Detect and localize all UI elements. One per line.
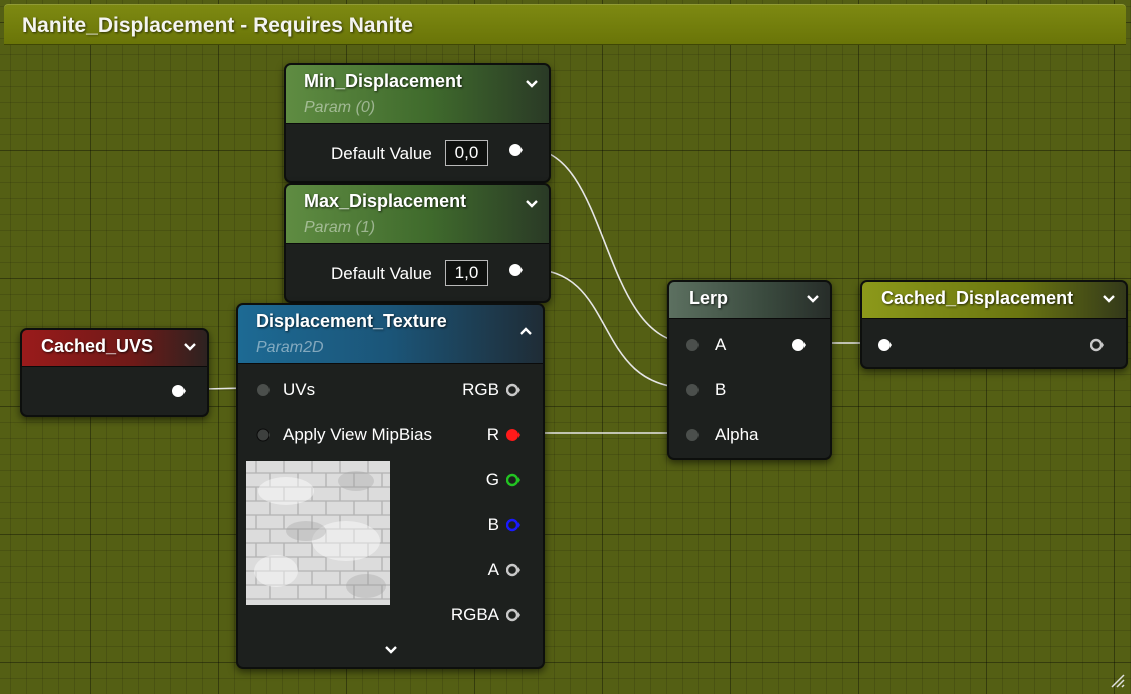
chevron-down-icon[interactable] [525,79,539,89]
output-pin-icon[interactable] [1090,338,1104,352]
node-title: Cached_UVS [41,336,154,356]
node-title: Cached_Displacement [881,288,1074,308]
output-label-b: B [487,515,499,534]
node-header: Lerp [669,282,830,319]
input-pin-icon[interactable] [256,428,270,442]
node-title: Displacement_Texture [256,311,447,331]
node-header: Max_Displacement Param (1) [286,185,549,244]
input-label-alpha: Alpha [715,425,759,444]
input-pin-icon[interactable] [685,383,699,397]
output-pin-icon[interactable] [506,518,520,532]
output-label-a: A [487,560,499,579]
output-pin-icon[interactable] [506,563,520,577]
node-cached-uvs[interactable]: Cached_UVS [20,328,209,417]
node-min-displacement[interactable]: Min_Displacement Param (0) Default Value… [284,63,551,183]
chevron-down-icon[interactable] [806,294,820,304]
input-pin-icon[interactable] [256,383,270,397]
node-title: Max_Displacement [304,191,467,211]
wire-min-to-lerp-a [528,148,691,344]
node-title: Min_Displacement [304,71,463,91]
default-value-label: Default Value [331,144,432,163]
chevron-up-icon[interactable] [519,326,533,336]
output-label-rgba: RGBA [450,605,499,624]
output-pin-icon[interactable] [509,143,523,157]
node-subtitle: Param2D [256,339,324,356]
output-label-r: R [486,425,499,444]
input-label-apply-view-mipbias: Apply View MipBias [283,425,432,444]
texture-thumbnail [246,461,390,605]
node-header: Cached_UVS [22,330,207,367]
input-pin-icon[interactable] [685,338,699,352]
node-displacement-texture[interactable]: Displacement_Texture Param2D UVs Apply V… [236,303,545,669]
resize-grip-icon[interactable] [1109,672,1125,688]
node-title: Lerp [689,288,729,308]
brick-texture-image [246,461,390,605]
output-pin-icon[interactable] [506,428,520,442]
output-pin-icon[interactable] [506,608,520,622]
node-header: Cached_Displacement [862,282,1126,319]
input-pin-icon[interactable] [878,338,892,352]
output-label-rgb: RGB [462,380,499,399]
output-pin-icon[interactable] [506,473,520,487]
node-header: Min_Displacement Param (0) [286,65,549,124]
input-label-b: B [715,380,727,399]
node-header: Displacement_Texture Param2D [238,305,543,364]
default-value-label: Default Value [331,264,432,283]
default-value-field[interactable]: 0,0 [445,140,488,166]
output-pin-icon[interactable] [509,263,523,277]
default-value-field[interactable]: 1,0 [445,260,488,286]
node-subtitle: Param (1) [304,219,376,236]
node-subtitle: Param (0) [304,99,376,116]
node-max-displacement[interactable]: Max_Displacement Param (1) Default Value… [284,183,551,303]
node-lerp[interactable]: Lerp A B Alpha [667,280,832,460]
output-pin-icon[interactable] [506,383,520,397]
chevron-down-icon[interactable] [384,645,398,655]
chevron-down-icon[interactable] [525,199,539,209]
chevron-down-icon[interactable] [183,342,197,352]
node-cached-displacement[interactable]: Cached_Displacement [860,280,1128,369]
output-pin-icon[interactable] [172,384,186,398]
output-pin-icon[interactable] [792,338,806,352]
input-pin-icon[interactable] [685,428,699,442]
output-label-g: G [485,470,499,489]
input-label-a: A [715,335,727,354]
input-label-uvs: UVs [283,380,316,399]
wire-max-to-lerp-b [528,268,691,389]
chevron-down-icon[interactable] [1102,294,1116,304]
